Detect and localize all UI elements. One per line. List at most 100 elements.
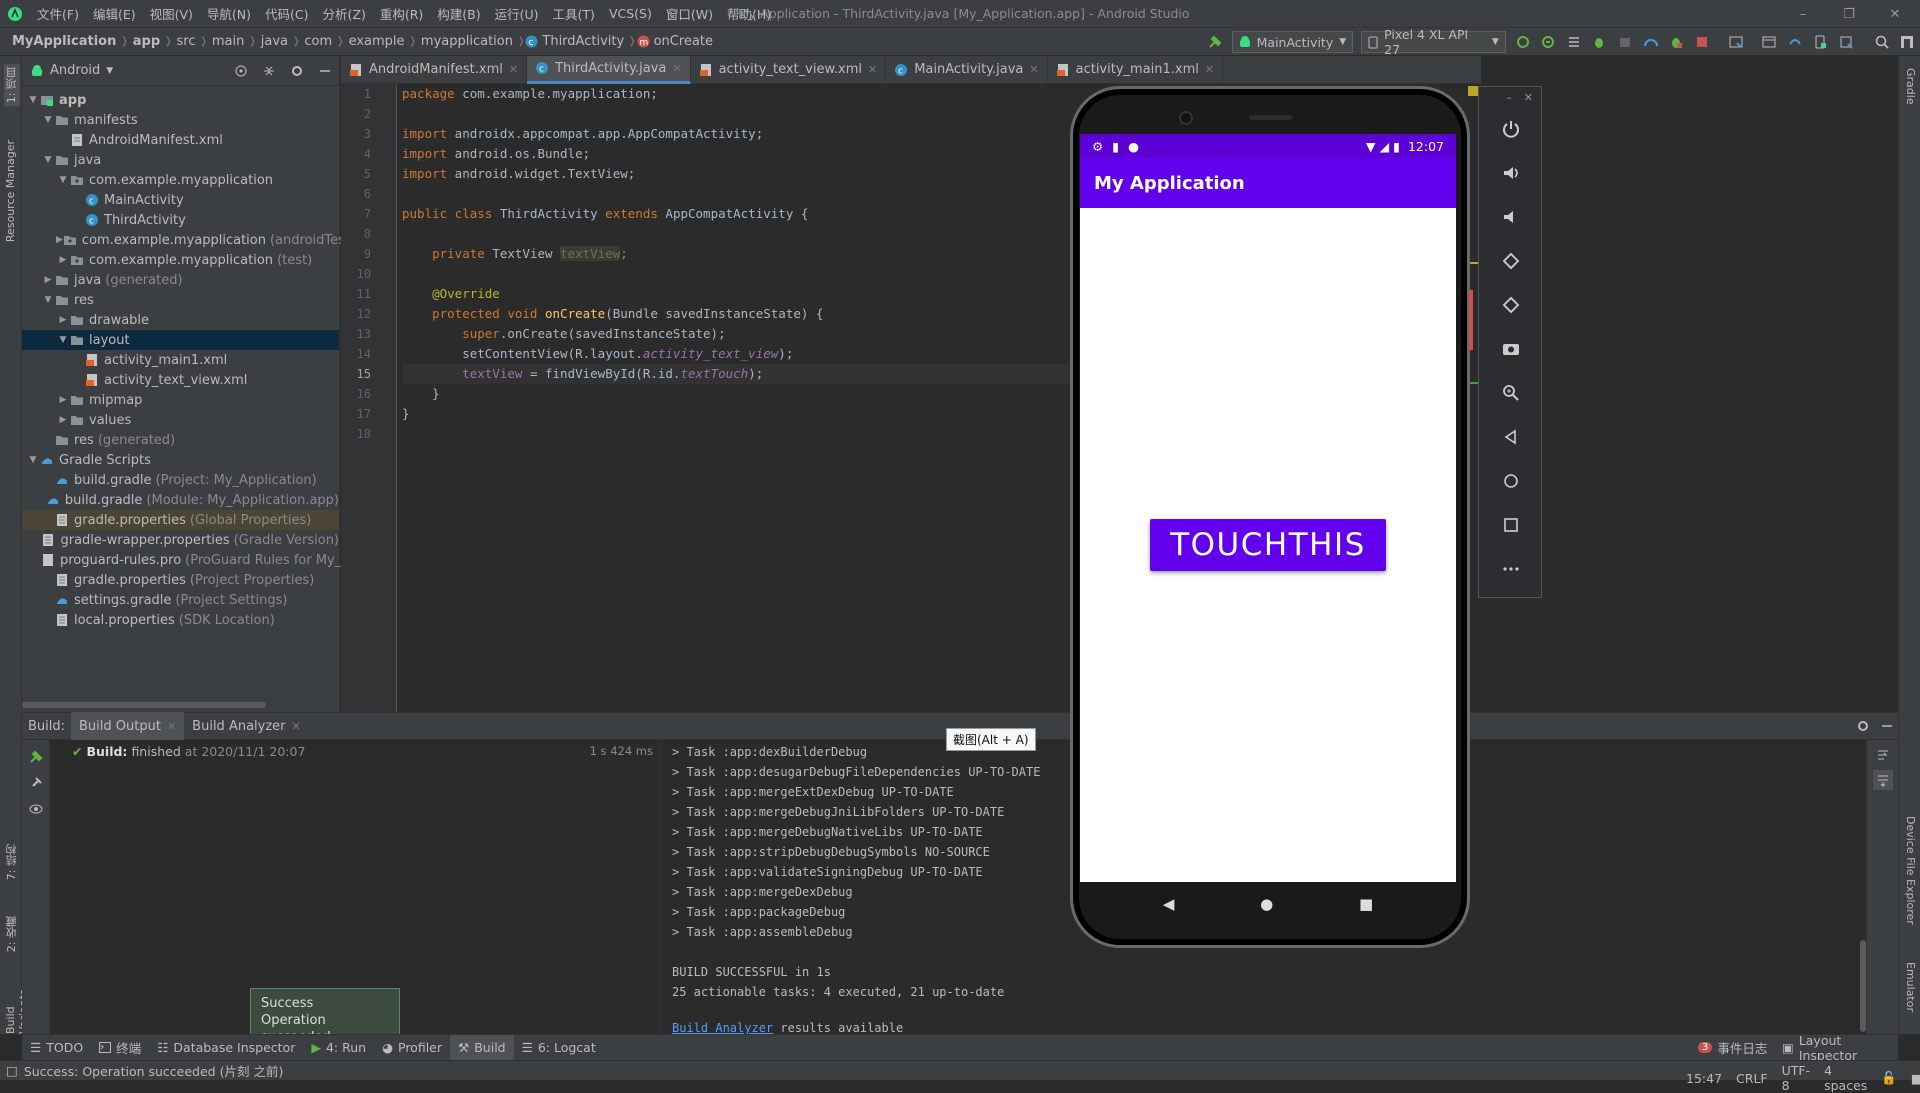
debug-icon[interactable] — [1589, 31, 1611, 53]
database-inspector-tool-button[interactable]: ☷ Database Inspector — [149, 1035, 303, 1061]
tree-item[interactable]: c MainActivity — [22, 190, 339, 210]
breadcrumb-java[interactable]: java — [257, 34, 292, 49]
tree-item[interactable]: ▼ Gradle Scripts — [22, 450, 339, 470]
soft-wrap-icon[interactable] — [1876, 748, 1898, 762]
build-status-row[interactable]: ✔ Build: finished at 2020/11/1 20:07 — [72, 744, 305, 759]
breadcrumb-com[interactable]: com — [300, 34, 336, 49]
breadcrumb-main[interactable]: main — [208, 34, 248, 49]
editor-tab[interactable]: c ThirdActivity.java ✕ — [527, 55, 691, 84]
tree-item[interactable]: ▼ app — [22, 90, 339, 110]
structure-tool-button[interactable]: 7: 结构 — [4, 844, 20, 880]
overview-icon[interactable] — [1479, 503, 1543, 547]
gear-icon[interactable] — [290, 64, 304, 78]
menu-item[interactable]: 编辑(E) — [86, 4, 143, 23]
tree-item[interactable]: ▼ manifests — [22, 110, 339, 130]
avd-manager-icon[interactable] — [1810, 31, 1832, 53]
search-icon[interactable] — [1871, 31, 1893, 53]
eye-icon[interactable] — [29, 802, 49, 816]
layout-icon[interactable] — [1758, 31, 1780, 53]
breadcrumb-class[interactable]: ThirdActivity — [538, 34, 628, 49]
close-icon[interactable]: ✕ — [1205, 63, 1214, 76]
editor-tab[interactable]: c MainActivity.java ✕ — [886, 55, 1048, 84]
warning-marker-icon[interactable] — [1468, 86, 1478, 96]
tree-item[interactable]: gradle.properties (Global Properties) — [22, 510, 339, 530]
menu-item[interactable]: 分析(Z) — [316, 4, 373, 23]
chevron-right-icon[interactable]: ▶ — [56, 255, 70, 265]
menu-item[interactable]: 文件(F) — [30, 4, 86, 23]
favorites-tool-button[interactable]: 2: 收藏 — [4, 916, 20, 952]
tree-item[interactable]: gradle-wrapper.properties (Gradle Version… — [22, 530, 339, 550]
project-tool-button[interactable]: 1: 项目 — [4, 64, 20, 107]
chevron-down-icon[interactable]: ▼ — [56, 335, 70, 345]
todo-tool-button[interactable]: ☰ TODO — [22, 1035, 91, 1061]
zoom-icon[interactable] — [1479, 371, 1543, 415]
vertical-scrollbar[interactable] — [1860, 940, 1866, 1032]
run-coverage-icon[interactable] — [1563, 31, 1585, 53]
close-icon[interactable]: ✕ — [1029, 63, 1038, 76]
tree-item[interactable]: proguard-rules.pro (ProGuard Rules for My… — [22, 550, 350, 570]
scroll-to-end-icon[interactable] — [1873, 770, 1893, 790]
close-icon[interactable]: ✕ — [868, 63, 877, 76]
chevron-down-icon[interactable]: ▼ — [26, 95, 40, 105]
tree-item[interactable]: gradle.properties (Project Properties) — [22, 570, 339, 590]
close-icon[interactable]: ✕ — [167, 720, 176, 733]
tree-item[interactable]: ▼ com.example.myapplication — [22, 170, 339, 190]
tree-item[interactable]: AndroidManifest.xml — [22, 130, 339, 150]
tree-item[interactable]: activity_text_view.xml — [22, 370, 339, 390]
more-options-icon[interactable] — [1479, 547, 1543, 591]
pin-icon[interactable] — [29, 776, 49, 790]
file-encoding[interactable]: UTF-8 — [1782, 1063, 1811, 1093]
collapse-all-icon[interactable] — [262, 64, 276, 78]
profiler-tool-button[interactable]: ◕ Profiler — [374, 1035, 450, 1061]
minimize-button[interactable]: – — [1780, 0, 1826, 28]
attach-debugger-icon[interactable] — [1614, 31, 1636, 53]
hammer-icon[interactable] — [1204, 31, 1226, 53]
volume-up-button[interactable] — [1479, 151, 1543, 195]
locate-icon[interactable] — [234, 64, 248, 78]
chevron-down-icon[interactable]: ▼ — [106, 66, 113, 76]
indent-setting[interactable]: 4 spaces — [1824, 1063, 1867, 1093]
rotate-right-button[interactable] — [1479, 283, 1543, 327]
back-icon[interactable] — [1479, 415, 1543, 459]
tree-item[interactable]: build.gradle (Module: My_Application.app) — [22, 490, 339, 510]
minimize-icon[interactable]: – — [1506, 91, 1512, 104]
status-message[interactable]: Success: Operation succeeded (片刻 之前) — [24, 1061, 284, 1080]
close-icon[interactable]: ✕ — [1524, 91, 1533, 104]
power-button[interactable] — [1479, 107, 1543, 151]
apply-changes-icon[interactable] — [1512, 31, 1534, 53]
tree-item[interactable]: ▶ values — [22, 410, 339, 430]
run-tool-button[interactable]: ▶ 4: Run — [303, 1035, 374, 1061]
breadcrumb-method[interactable]: onCreate — [650, 34, 717, 49]
apply-code-changes-icon[interactable] — [1537, 31, 1559, 53]
tree-item[interactable]: build.gradle (Project: My_Application) — [22, 470, 339, 490]
build-tool-button[interactable]: ⚒ Build — [450, 1034, 514, 1061]
close-icon[interactable]: ✕ — [672, 62, 681, 75]
event-log-tool-button[interactable]: 3 事件日志 — [1690, 1035, 1775, 1061]
emulator-tool-button[interactable]: Emulator — [1904, 962, 1917, 1012]
caret-position[interactable]: 15:47 — [1686, 1071, 1722, 1086]
tree-item[interactable]: ▶ mipmap — [22, 390, 339, 410]
user-icon[interactable] — [1896, 31, 1918, 53]
home-icon[interactable]: ● — [1260, 895, 1273, 913]
close-icon[interactable]: ✕ — [509, 63, 518, 76]
breadcrumb-package[interactable]: myapplication — [417, 34, 517, 49]
close-icon[interactable]: ✕ — [292, 720, 301, 733]
gradle-sync-icon[interactable] — [1784, 31, 1806, 53]
breadcrumb-example[interactable]: example — [345, 34, 409, 49]
breadcrumb-module[interactable]: app — [129, 34, 164, 49]
overview-icon[interactable]: ■ — [1359, 895, 1373, 913]
chevron-right-icon[interactable]: ▶ — [56, 415, 70, 425]
tree-item[interactable]: ▼ res — [22, 290, 339, 310]
menu-item[interactable]: 运行(U) — [488, 4, 546, 23]
tree-item[interactable]: res (generated) — [22, 430, 339, 450]
sync-project-icon[interactable] — [1725, 31, 1747, 53]
tree-item[interactable]: local.properties (SDK Location) — [22, 610, 339, 630]
rotate-left-button[interactable] — [1479, 239, 1543, 283]
menu-item[interactable]: 构建(B) — [430, 4, 487, 23]
gradle-tool-button[interactable]: Gradle — [1904, 68, 1917, 105]
horizontal-scrollbar[interactable] — [22, 702, 266, 708]
editor-tab[interactable]: AndroidManifest.xml ✕ — [341, 55, 528, 84]
line-separator[interactable]: CRLF — [1736, 1071, 1768, 1086]
chevron-right-icon[interactable]: ▶ — [56, 235, 63, 245]
tab-build-analyzer[interactable]: Build Analyzer ✕ — [184, 712, 309, 740]
